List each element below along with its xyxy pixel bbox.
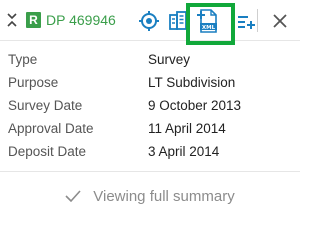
detail-row-approval-date: Approval Date 11 April 2014 bbox=[0, 119, 300, 142]
footer-divider bbox=[0, 171, 300, 172]
close-icon bbox=[273, 14, 287, 28]
record-type-badge: R bbox=[26, 12, 41, 28]
plan-id: DP 469946 bbox=[46, 12, 116, 28]
detail-row-purpose: Purpose LT Subdivision bbox=[0, 73, 300, 96]
detail-label: Survey Date bbox=[8, 98, 83, 113]
detail-row-type: Type Survey bbox=[0, 50, 300, 73]
detail-value: 3 April 2014 bbox=[148, 144, 220, 159]
plan-summary-panel: R DP 469946 XML Type Survey Purpose LT S… bbox=[0, 0, 300, 223]
detail-label: Deposit Date bbox=[8, 144, 87, 159]
detail-value: Survey bbox=[148, 52, 191, 67]
detail-value: 11 April 2014 bbox=[148, 121, 226, 136]
target-icon bbox=[139, 11, 159, 31]
plan-details: Type Survey Purpose LT Subdivision Surve… bbox=[0, 50, 300, 165]
checkmark-icon bbox=[65, 189, 81, 203]
detail-label: Type bbox=[8, 52, 38, 67]
detail-row-survey-date: Survey Date 9 October 2013 bbox=[0, 96, 300, 119]
collapse-button[interactable] bbox=[4, 10, 20, 30]
detail-value: 9 October 2013 bbox=[148, 98, 242, 113]
xml-button-highlight bbox=[186, 3, 235, 45]
viewing-full-summary-button[interactable]: Viewing full summary bbox=[0, 176, 300, 216]
collapse-icon bbox=[7, 13, 17, 27]
panel-header: R DP 469946 XML bbox=[0, 0, 300, 45]
detail-value: LT Subdivision bbox=[148, 75, 236, 90]
footer-label: Viewing full summary bbox=[93, 187, 235, 205]
toolbar-divider bbox=[257, 9, 258, 32]
detail-row-deposit-date: Deposit Date 3 April 2014 bbox=[0, 142, 300, 165]
close-button[interactable] bbox=[265, 6, 295, 36]
zoom-to-button[interactable] bbox=[134, 6, 164, 36]
detail-label: Purpose bbox=[8, 75, 59, 90]
detail-label: Approval Date bbox=[8, 121, 94, 136]
add-to-list-icon bbox=[238, 16, 255, 29]
